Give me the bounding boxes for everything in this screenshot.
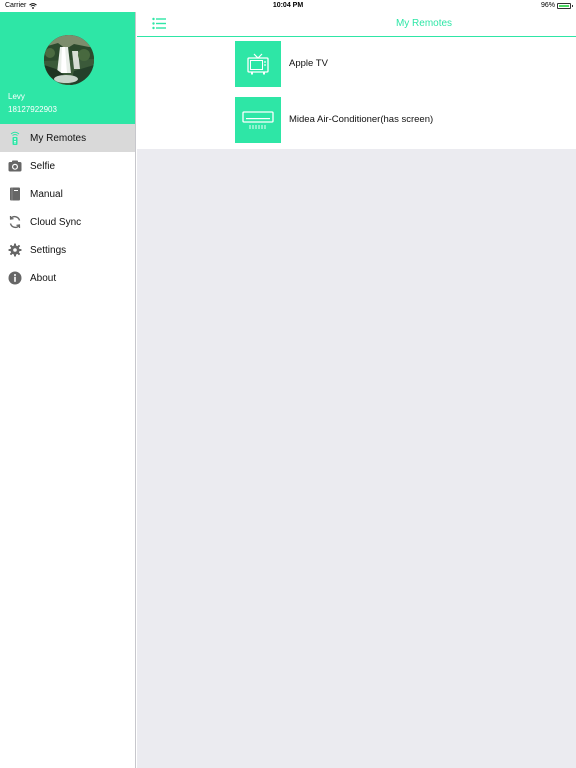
avatar[interactable]	[44, 35, 94, 85]
sidebar-item-label: About	[30, 272, 57, 284]
status-time: 10:04 PM	[272, 2, 304, 9]
book-icon	[8, 187, 22, 201]
sidebar-item-label: Manual	[30, 188, 63, 200]
status-bar: Carrier 10:04 PM 96%	[0, 0, 576, 12]
sidebar-menu: My Remotes Selfie Manual Cloud Sync Sett…	[0, 124, 135, 292]
sidebar-item-cloud-sync[interactable]: Cloud Sync	[0, 208, 135, 236]
tv-icon	[235, 41, 281, 87]
remote-list: Apple TV Midea Air-Conditioner(has scree…	[137, 37, 576, 149]
gear-icon	[8, 243, 22, 257]
remote-icon	[8, 131, 22, 145]
sidebar-item-selfie[interactable]: Selfie	[0, 152, 135, 180]
profile-name: Levy	[8, 92, 25, 101]
list-item-air-conditioner[interactable]: Midea Air-Conditioner(has screen)	[137, 93, 576, 149]
remote-name: Midea Air-Conditioner(has screen)	[289, 114, 434, 125]
battery-status: 96%	[540, 2, 573, 9]
battery-icon	[557, 2, 573, 9]
sidebar-item-my-remotes[interactable]: My Remotes	[0, 124, 135, 152]
battery-percent: 96%	[540, 2, 555, 9]
profile-phone: 18127922903	[8, 105, 57, 114]
sidebar-item-manual[interactable]: Manual	[0, 180, 135, 208]
info-icon	[8, 271, 22, 285]
sidebar-item-label: Selfie	[30, 160, 56, 172]
sidebar-item-settings[interactable]: Settings	[0, 236, 135, 264]
nav-bar: My Remotes	[137, 12, 576, 37]
remote-name: Apple TV	[289, 58, 328, 69]
profile-header: Levy 18127922903	[0, 12, 135, 124]
sidebar: Levy 18127922903 My Remotes Selfie Manua…	[0, 12, 136, 768]
main-content: My Remotes Apple TV Midea Air-Conditione…	[137, 12, 576, 768]
air-conditioner-icon	[235, 97, 281, 143]
sidebar-item-label: My Remotes	[30, 132, 87, 144]
avatar-waterfall-image	[44, 35, 94, 85]
sidebar-item-label: Cloud Sync	[30, 216, 82, 228]
page-title: My Remotes	[395, 18, 453, 29]
list-item-apple-tv[interactable]: Apple TV	[137, 37, 576, 93]
sidebar-item-label: Settings	[30, 244, 67, 256]
sync-icon	[8, 215, 22, 229]
camera-icon	[8, 159, 22, 173]
battery-fill	[559, 4, 569, 7]
sidebar-item-about[interactable]: About	[0, 264, 135, 292]
